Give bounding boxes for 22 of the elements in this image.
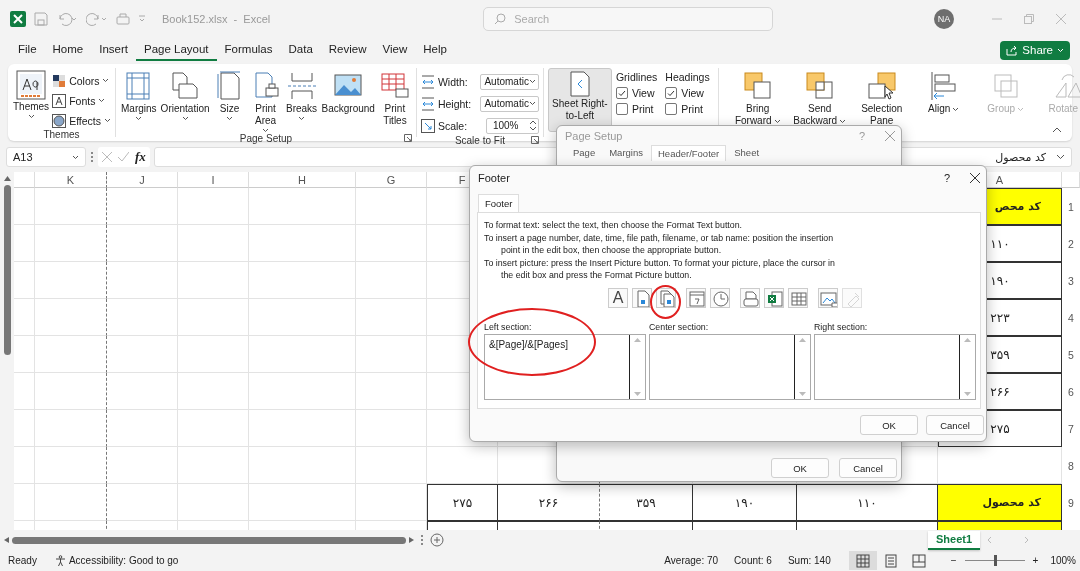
table-cell: ۲۷۵ xyxy=(427,484,498,521)
table-cell: کد محصول xyxy=(938,484,1062,521)
group-label: Themes xyxy=(42,129,81,140)
instruction-text: To format text: select the text, then choose the Format Text button. xyxy=(484,219,743,232)
field-label: Scale: xyxy=(437,119,469,132)
option-group-label: Gridlines xyxy=(615,71,658,83)
table-cell: ۱۹۰ xyxy=(693,484,797,521)
status-text: Ready xyxy=(8,555,37,566)
group-label: Scale to Fit xyxy=(454,135,505,146)
field-label: Height: xyxy=(437,97,473,110)
dialog-title: Page Setup xyxy=(565,129,624,142)
option-group-label: Headings xyxy=(665,71,710,83)
section-label: Center section: xyxy=(649,321,710,332)
window-title: Book152.xlsx - Excel xyxy=(162,13,271,25)
instruction-text: To insert picture: press the Insert Picture button. To format your picture, place the cursor in the edit box and press the Format Picture button. xyxy=(484,256,836,282)
group-label: Page Setup xyxy=(239,133,293,144)
section-label: Left section: xyxy=(484,321,533,332)
table-cell: ۳۵۹ xyxy=(600,484,693,521)
instruction-text: To insert a page number, date, time, file path, filename, or tab name: position the insertion point in the edit box, then choose the appropriate button. xyxy=(484,231,835,257)
table-cell: ۲۶۶ xyxy=(498,484,600,521)
field-label: Width: xyxy=(437,75,469,88)
section-label: Right section: xyxy=(814,321,869,332)
